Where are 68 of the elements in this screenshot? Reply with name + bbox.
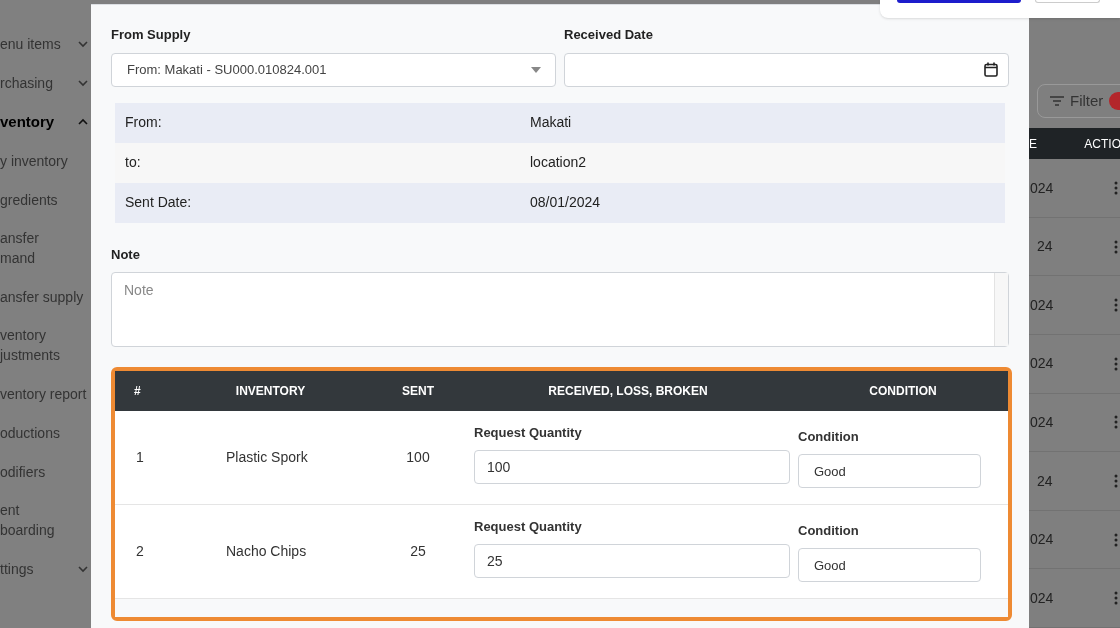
sidebar-item[interactable]: odifiers	[0, 461, 46, 482]
table-cell-text: 024	[1030, 354, 1054, 374]
badge	[1109, 92, 1120, 110]
table-cell-text: 024	[1030, 412, 1054, 432]
column-header: #	[133, 383, 142, 400]
more-icon[interactable]	[1114, 298, 1118, 313]
sidebar-item[interactable]: ventory justments	[0, 325, 60, 365]
detail-value: Makati	[530, 113, 573, 132]
detail-label: From:	[125, 113, 163, 132]
column-header: RECEIVED, LOSS, BROKEN	[547, 383, 709, 400]
field-label: Note	[111, 245, 141, 264]
sidebar-item[interactable]: ent boarding	[0, 500, 55, 540]
supply-select[interactable]: From: Makati - SU000.010824.001	[111, 52, 556, 87]
table-cell-text: 24	[1037, 471, 1053, 491]
field-label: Request Quantity	[474, 518, 583, 537]
condition-field[interactable]: Good	[798, 454, 981, 489]
detail-label: Sent Date:	[125, 193, 193, 212]
field-label: Received Date	[564, 26, 654, 44]
detail-value: 08/01/2024	[530, 193, 602, 212]
detail-label: to:	[125, 153, 142, 172]
more-icon[interactable]	[1114, 474, 1118, 488]
sidebar-item[interactable]: ventory	[0, 111, 55, 132]
field-label: Condition	[798, 521, 860, 540]
quantity-field[interactable]: 25	[474, 543, 790, 578]
dropdown-icon	[531, 66, 541, 73]
field-label: Condition	[798, 427, 860, 446]
table-cell-text: 024	[1030, 178, 1054, 198]
more-icon[interactable]	[1114, 532, 1118, 547]
more-icon[interactable]	[1114, 356, 1118, 371]
table-cell-text: 024	[1030, 588, 1054, 608]
table-cell-text: 1	[135, 448, 145, 467]
quantity-field[interactable]: 100	[474, 449, 790, 484]
table-cell-text: 100	[405, 448, 431, 467]
more-icon[interactable]	[1114, 591, 1118, 606]
field-label: Request Quantity	[474, 424, 583, 443]
more-icon[interactable]	[1114, 181, 1118, 196]
more-icon[interactable]	[1114, 415, 1118, 430]
sidebar-item[interactable]: y inventory	[0, 150, 68, 171]
column-header: E	[1029, 135, 1037, 153]
date-field[interactable]	[564, 52, 1009, 87]
table-cell-text: 25	[409, 542, 427, 561]
table-cell-text: Nacho Chips	[225, 542, 308, 561]
column-header: SENT	[401, 383, 435, 400]
column-header: CONDITION	[868, 383, 938, 400]
sidebar-item[interactable]: ventory report	[0, 383, 87, 404]
table-cell-text: 024	[1030, 295, 1054, 315]
filter-icon	[1050, 96, 1064, 106]
column-header: INVENTORY	[234, 383, 307, 400]
sidebar-item[interactable]: rchasing	[0, 72, 53, 93]
calendar-icon[interactable]	[984, 62, 998, 77]
sidebar-item[interactable]: gredients	[0, 189, 58, 210]
detail-value: location2	[530, 153, 588, 172]
scrollbar[interactable]	[994, 273, 1008, 346]
filter-button[interactable]: Filter	[1037, 84, 1120, 118]
table-cell-text: 2	[135, 542, 145, 561]
column-header[interactable]: ACTIO	[1084, 134, 1120, 153]
field-label: From Supply	[111, 26, 192, 44]
table-cell-text: 024	[1030, 530, 1054, 550]
sidebar-item[interactable]: ttings	[0, 558, 34, 579]
condition-field[interactable]: Good	[798, 548, 981, 583]
table-cell-text: Plastic Spork	[225, 448, 309, 467]
sidebar-item[interactable]: oductions	[0, 422, 60, 443]
more-icon[interactable]	[1114, 239, 1118, 254]
sidebar-item[interactable]: ansfer mand	[0, 228, 39, 268]
table-cell-text: 24	[1037, 237, 1053, 257]
sidebar-item[interactable]: enu items	[0, 33, 61, 54]
note-field[interactable]: Note	[111, 272, 1009, 347]
sidebar-item[interactable]: ansfer supply	[0, 286, 84, 307]
